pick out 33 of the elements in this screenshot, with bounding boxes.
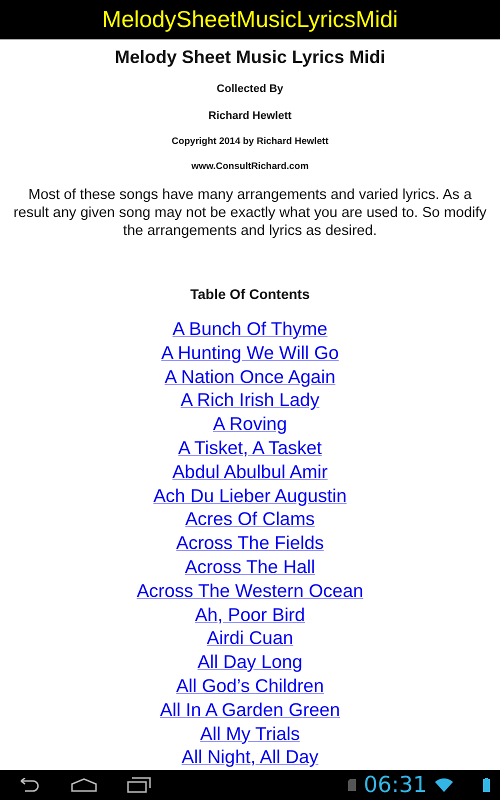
- song-link[interactable]: All My Trials: [200, 722, 300, 746]
- song-link[interactable]: Abdul Abulbul Amir: [172, 460, 328, 484]
- battery-icon: [483, 778, 490, 792]
- song-link[interactable]: All Day Long: [198, 650, 302, 674]
- song-link[interactable]: A Bunch Of Thyme: [172, 317, 328, 341]
- collected-by-text: Collected By: [216, 83, 284, 95]
- song-link[interactable]: A Rich Irish Lady: [180, 388, 320, 412]
- song-link[interactable]: Across The Western Ocean: [136, 578, 364, 603]
- song-link[interactable]: A Hunting We Will Go: [161, 340, 339, 365]
- clock-time: 06:31: [364, 772, 427, 798]
- song-link[interactable]: Across The Fields: [176, 531, 324, 555]
- song-link[interactable]: All In A Garden Green: [160, 698, 340, 722]
- wifi-icon: [435, 778, 453, 792]
- song-link[interactable]: All God’s Children: [176, 674, 324, 698]
- song-link[interactable]: All Night, All Day: [182, 745, 318, 770]
- home-icon[interactable]: [71, 778, 97, 792]
- app-title: MelodySheetMusicLyricsMidi: [102, 6, 398, 33]
- song-link[interactable]: A Tisket, A Tasket: [178, 436, 322, 460]
- song-link[interactable]: Airdi Cuan: [206, 626, 294, 650]
- author-name: Richard Hewlett: [208, 110, 292, 122]
- toc-heading: Table Of Contents: [190, 286, 310, 302]
- intro-paragraph: Most of these songs have many arrangements and varied lyrics. As a result any given song may not be exactly what you are used to. So modify the arrangements and lyrics as desired.: [12, 186, 488, 240]
- recent-apps-icon[interactable]: [127, 777, 151, 793]
- song-link[interactable]: Ah, Poor Bird: [194, 602, 306, 626]
- song-link[interactable]: A Roving: [212, 412, 288, 436]
- song-link[interactable]: Acres Of Clams: [185, 507, 315, 532]
- song-link[interactable]: Ach Du Lieber Augustin: [153, 484, 347, 508]
- website-text: www.ConsultRichard.com: [191, 161, 309, 172]
- song-link[interactable]: Across The Hall: [184, 554, 316, 579]
- page-heading: Melody Sheet Music Lyrics Midi: [114, 47, 386, 68]
- song-link[interactable]: A Nation Once Again: [164, 364, 336, 388]
- copyright-text: Copyright 2014 by Richard Hewlett: [172, 136, 328, 147]
- sd-card-icon: [348, 779, 356, 791]
